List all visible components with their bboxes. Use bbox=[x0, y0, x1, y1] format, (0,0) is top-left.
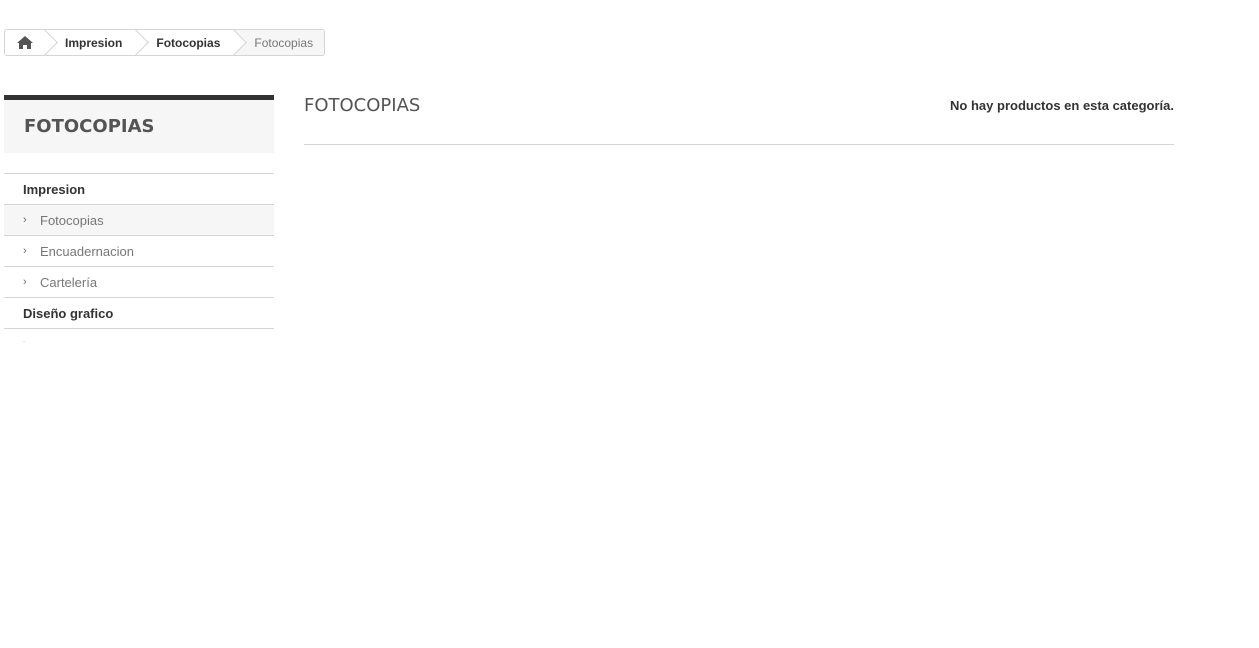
category-fotocopias[interactable]: › Fotocopias bbox=[4, 205, 274, 236]
category-label: Encuadernacion bbox=[40, 243, 134, 259]
chevron-right-icon: › bbox=[23, 276, 27, 288]
home-icon bbox=[17, 36, 33, 49]
category-impresion[interactable]: Impresion bbox=[4, 174, 274, 205]
category-sidebar: FOTOCOPIAS Impresion › Fotocopias › Encu… bbox=[4, 95, 274, 342]
sidebar-title: FOTOCOPIAS bbox=[4, 95, 274, 153]
category-label: Fotocopias bbox=[40, 212, 104, 228]
category-label: Cartelería bbox=[40, 274, 98, 290]
breadcrumb-item-fotocopias[interactable]: Fotocopias bbox=[136, 30, 235, 55]
category-tree: Impresion › Fotocopias › Encuadernacion … bbox=[4, 173, 274, 342]
breadcrumb-item-label: Impresion bbox=[65, 35, 123, 50]
breadcrumb-item-impresion[interactable]: Impresion bbox=[45, 30, 137, 55]
breadcrumb-home-link[interactable] bbox=[5, 30, 45, 55]
page-heading: FOTOCOPIAS No hay productos en esta cate… bbox=[304, 95, 1174, 145]
breadcrumb: Impresion Fotocopias Fotocopias bbox=[4, 29, 326, 56]
chevron-right-icon: › bbox=[23, 214, 27, 226]
category-carteleria[interactable]: › Cartelería bbox=[4, 267, 274, 298]
chevron-right-icon: › bbox=[23, 338, 40, 342]
category-partial-hidden[interactable]: › bbox=[4, 329, 274, 342]
breadcrumb-current-label: Fotocopias bbox=[254, 35, 314, 50]
breadcrumb-current: Fotocopias bbox=[234, 30, 325, 55]
category-diseno-grafico[interactable]: Diseño grafico bbox=[4, 298, 274, 329]
category-encuadernacion[interactable]: › Encuadernacion bbox=[4, 236, 274, 267]
chevron-right-icon: › bbox=[23, 245, 27, 257]
page-title: FOTOCOPIAS bbox=[304, 95, 421, 116]
empty-category-notice: No hay productos en esta categoría. bbox=[950, 98, 1174, 113]
breadcrumb-item-label: Fotocopias bbox=[156, 35, 221, 50]
